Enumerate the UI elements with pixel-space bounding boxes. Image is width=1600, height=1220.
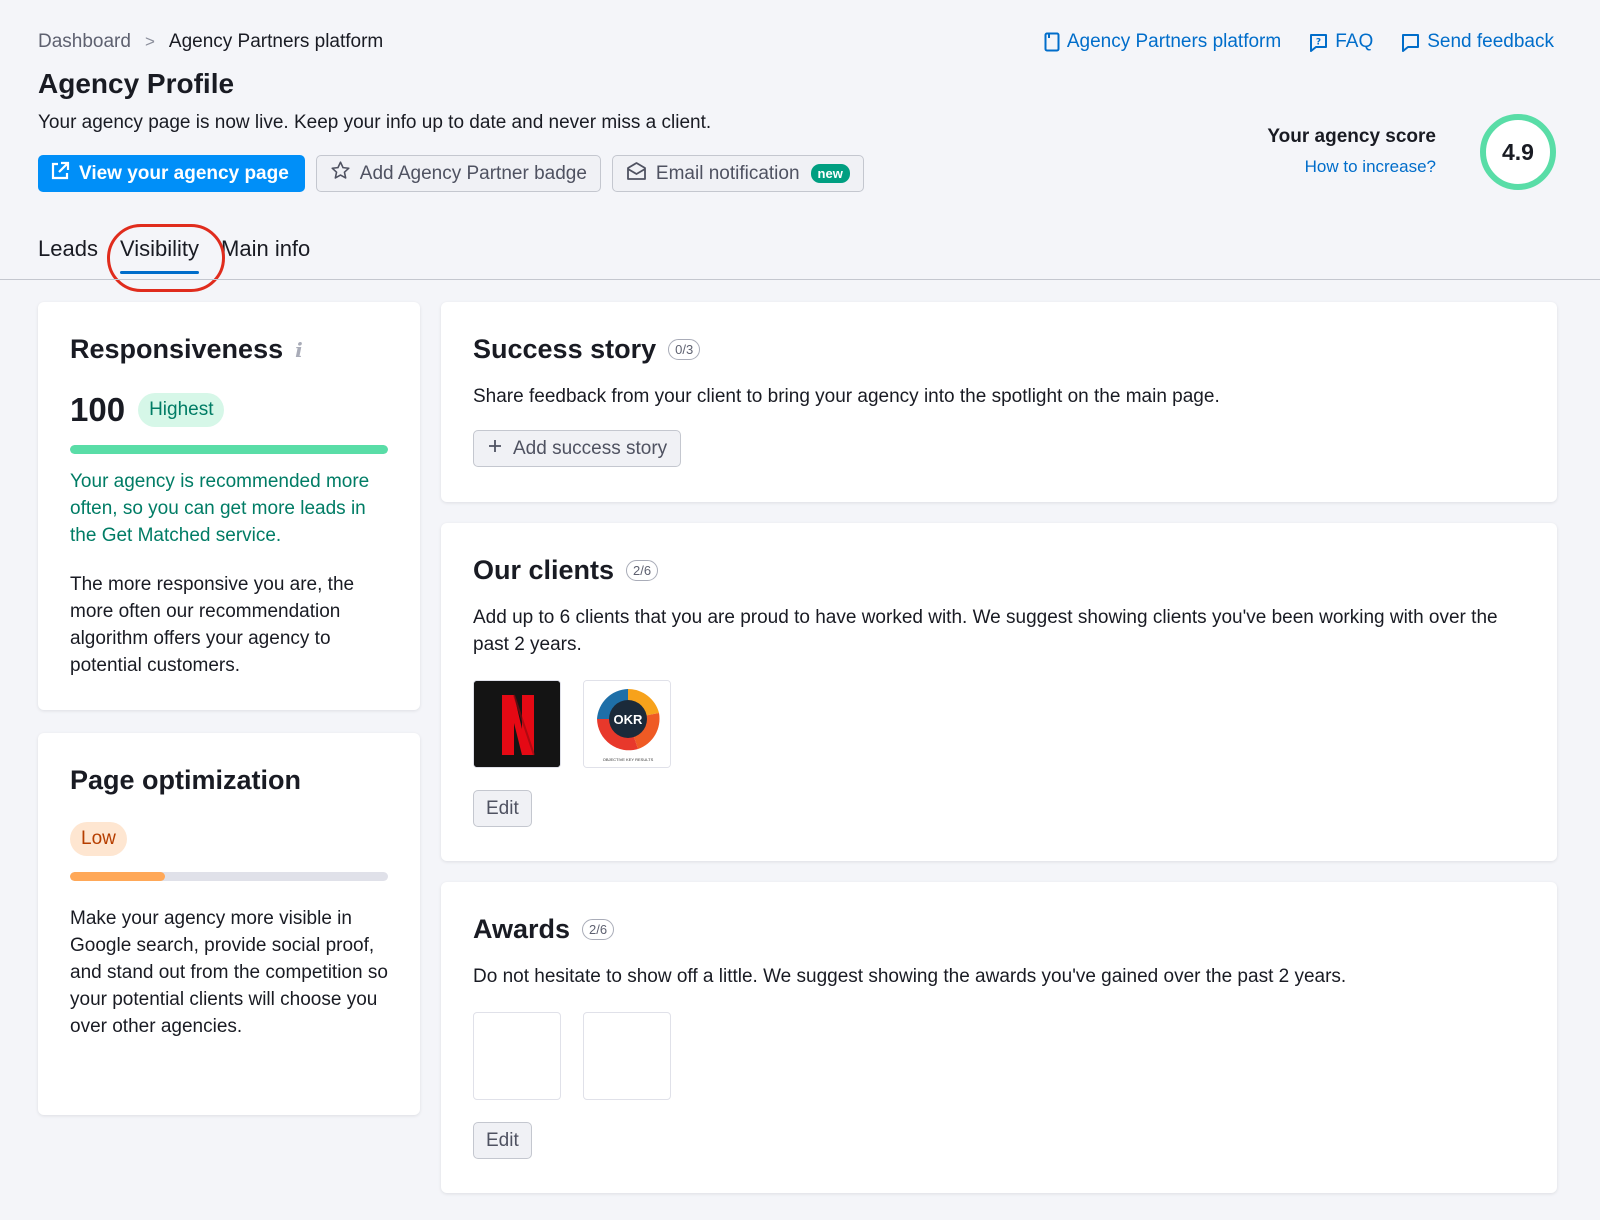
add-success-story-button[interactable]: Add success story: [473, 430, 682, 467]
add-success-story-label: Add success story: [513, 437, 668, 459]
okr-logo[interactable]: OKR OBJECTIVE KEY RESULTS: [583, 680, 671, 768]
award-image[interactable]: [473, 1012, 561, 1100]
view-agency-page-label: View your agency page: [79, 162, 289, 184]
responsiveness-progress-fill: [70, 445, 388, 454]
optimization-progress-bar: [70, 872, 388, 881]
book-icon: [1044, 32, 1060, 52]
success-story-counter: 0/3: [668, 339, 701, 360]
award-images: [473, 1012, 1525, 1100]
okr-logo-text: OKR: [614, 712, 644, 727]
view-agency-page-button[interactable]: View your agency page: [38, 155, 305, 192]
success-story-description: Share feedback from your client to bring…: [473, 386, 1220, 407]
awards-title: Awards: [473, 914, 571, 944]
send-feedback-label: Send feedback: [1427, 31, 1554, 52]
page-title: Agency Profile: [38, 68, 235, 99]
awards-edit-button[interactable]: Edit: [473, 1122, 532, 1159]
responsiveness-description: The more responsive you are, the more of…: [70, 574, 355, 676]
agency-score-ring: 4.9: [1480, 114, 1556, 190]
clients-edit-button[interactable]: Edit: [473, 790, 532, 827]
agency-score-value: 4.9: [1502, 138, 1534, 165]
tab-main-info[interactable]: Main info: [221, 236, 310, 274]
faq-label: FAQ: [1335, 31, 1374, 52]
clients-title-row: Our clients 2/6: [473, 555, 1525, 586]
add-agency-partner-badge-button[interactable]: Add Agency Partner badge: [315, 155, 601, 192]
send-feedback-link[interactable]: Send feedback: [1401, 31, 1554, 53]
envelope-icon: [626, 161, 647, 187]
page-optimization-card: Page optimization Low Make your agency m…: [38, 733, 420, 1115]
responsiveness-level-badge: Highest: [138, 393, 225, 427]
faq-link[interactable]: ? FAQ: [1309, 31, 1373, 53]
responsiveness-score-row: 100 Highest: [70, 391, 388, 429]
responsiveness-highlight: Your agency is recommended more often, s…: [70, 471, 370, 546]
star-icon: [330, 160, 351, 187]
action-buttons: View your agency page Add Agency Partner…: [38, 155, 864, 192]
new-badge: new: [810, 164, 850, 183]
how-to-increase-link[interactable]: How to increase?: [1305, 157, 1436, 177]
breadcrumb-current: Agency Partners platform: [168, 31, 384, 52]
awards-counter: 2/6: [582, 919, 615, 940]
add-badge-label: Add Agency Partner badge: [359, 162, 587, 184]
profile-tabs: Leads Visibility Main info: [38, 236, 310, 274]
page-subtitle: Your agency page is now live. Keep your …: [38, 112, 712, 133]
optimization-progress-fill: [70, 872, 166, 881]
agency-partners-platform-link[interactable]: Agency Partners platform: [1044, 31, 1281, 53]
tab-visibility[interactable]: Visibility: [119, 236, 200, 274]
success-story-title-row: Success story 0/3: [473, 334, 1525, 365]
header-links: Agency Partners platform ? FAQ Send feed…: [1044, 31, 1554, 53]
responsiveness-title-row: Responsiveness i: [70, 334, 388, 365]
optimization-level-badge: Low: [70, 822, 127, 856]
awards-description: Do not hesitate to show off a little. We…: [473, 966, 1347, 987]
breadcrumb: Dashboard > Agency Partners platform: [38, 31, 383, 53]
clients-title: Our clients: [473, 555, 615, 585]
netflix-logo[interactable]: [473, 680, 561, 768]
tab-leads[interactable]: Leads: [38, 236, 98, 274]
clients-counter: 2/6: [626, 560, 659, 581]
agency-score-label: Your agency score: [1267, 126, 1436, 147]
okr-logo-caption: OBJECTIVE KEY RESULTS: [603, 757, 654, 762]
breadcrumb-dashboard-link[interactable]: Dashboard: [38, 31, 131, 53]
optimization-title: Page optimization: [70, 765, 302, 795]
plus-icon: [487, 438, 503, 460]
feedback-icon: [1401, 33, 1420, 52]
chevron-right-icon: >: [144, 32, 155, 51]
email-notification-label: Email notification: [655, 162, 800, 184]
our-clients-card: Our clients 2/6 Add up to 6 clients that…: [441, 523, 1557, 861]
success-story-card: Success story 0/3 Share feedback from yo…: [441, 302, 1557, 502]
awards-card: Awards 2/6 Do not hesitate to show off a…: [441, 882, 1557, 1193]
optimization-description: Make your agency more visible in Google …: [70, 908, 388, 1037]
awards-title-row: Awards 2/6: [473, 914, 1525, 945]
svg-text:?: ?: [1316, 37, 1321, 47]
success-story-title: Success story: [473, 334, 657, 364]
email-notification-button[interactable]: Email notification new: [611, 155, 864, 192]
clients-description: Add up to 6 clients that you are proud t…: [473, 607, 1498, 655]
tabs-divider: [0, 279, 1600, 280]
agency-partners-platform-label: Agency Partners platform: [1066, 31, 1282, 52]
responsiveness-card: Responsiveness i 100 Highest Your agency…: [38, 302, 420, 710]
award-image[interactable]: [583, 1012, 671, 1100]
responsiveness-value: 100: [70, 391, 126, 428]
external-link-icon: [50, 161, 70, 187]
client-logos: OKR OBJECTIVE KEY RESULTS: [473, 680, 1525, 768]
responsiveness-title: Responsiveness: [70, 334, 284, 364]
optimization-level-row: Low: [70, 822, 388, 856]
info-icon[interactable]: i: [295, 338, 303, 362]
responsiveness-progress-bar: [70, 445, 388, 454]
faq-icon: ?: [1309, 33, 1328, 52]
